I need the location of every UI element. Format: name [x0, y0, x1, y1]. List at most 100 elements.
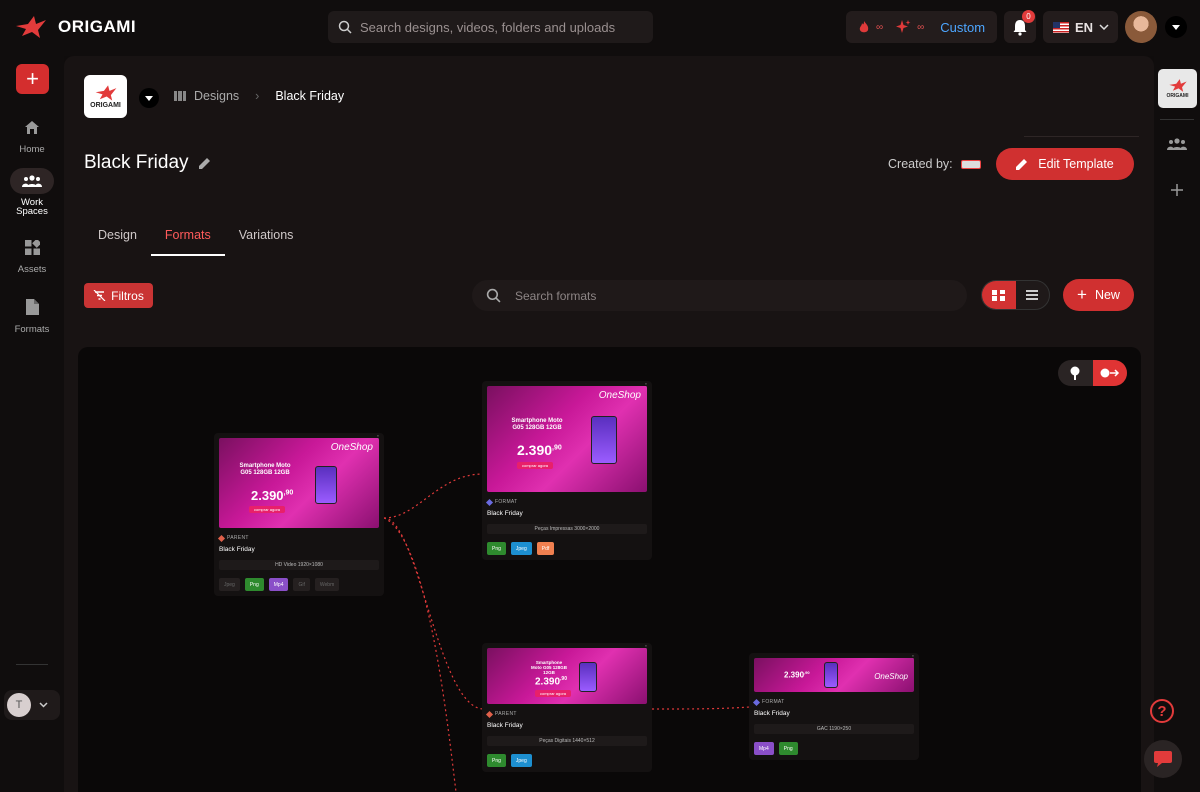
caret-down-icon	[1172, 24, 1180, 30]
sparkles-icon	[896, 20, 911, 33]
language-code: EN	[1075, 19, 1094, 35]
phone-image	[591, 416, 617, 464]
workspace-logo[interactable]: ORIGAMI	[1158, 69, 1197, 108]
main-panel: ORIGAMI Designs › Black Friday Black Fri…	[64, 56, 1154, 792]
chip-mp4[interactable]: Mp4	[754, 742, 774, 755]
filter-label: Filtros	[111, 288, 144, 303]
pin-mode-button[interactable]	[1058, 360, 1093, 386]
format-node[interactable]: ⋮ OneShop Smartphone Moto G05 128GB 12GB…	[214, 433, 384, 596]
connect-mode-button[interactable]	[1092, 360, 1127, 386]
user-switcher[interactable]: T	[4, 690, 60, 720]
users-icon	[22, 175, 42, 187]
chip-png[interactable]: Png	[778, 742, 798, 755]
thumb-brand: OneShop	[330, 442, 373, 453]
chat-button[interactable]	[1144, 740, 1182, 778]
tab-variations[interactable]: Variations	[225, 216, 308, 256]
sidebar-divider	[16, 664, 48, 665]
chip-jpeg[interactable]: Jpeg	[510, 542, 532, 555]
parent-diamond-icon	[217, 534, 226, 542]
sidebar-item-label: Formats	[14, 324, 50, 335]
format-node[interactable]: ⋮ OneShop Smartphone Moto G05 128GB 12GB…	[482, 381, 652, 560]
sidebar-item-label: Home	[19, 144, 45, 155]
chip-jpeg[interactable]: Jpeg	[510, 754, 532, 767]
format-node[interactable]: ⋮ OneShop 2.390,90 FORMAT Black Friday G…	[749, 653, 919, 760]
global-search[interactable]	[328, 11, 653, 43]
user-avatar[interactable]	[1125, 11, 1157, 43]
brand-name: ORIGAMI	[58, 17, 137, 36]
formats-search[interactable]	[472, 280, 967, 311]
chip-pdf[interactable]: Pdf	[536, 542, 555, 555]
sidebar-item-assets[interactable]: Assets	[0, 234, 64, 275]
formats-search-input[interactable]	[515, 288, 935, 303]
us-flag-icon	[1053, 21, 1069, 33]
breadcrumb-designs[interactable]: Designs	[194, 89, 239, 103]
global-search-input[interactable]	[360, 19, 640, 35]
user-initial-avatar: T	[7, 693, 31, 717]
sidebar-item-formats[interactable]: Formats	[0, 294, 64, 335]
chevron-right-icon: ›	[255, 89, 260, 103]
tab-formats[interactable]: Formats	[150, 216, 225, 256]
node-name: Black Friday	[754, 710, 790, 717]
node-type-label: PARENT	[495, 711, 517, 717]
list-view-button[interactable]	[1016, 281, 1050, 309]
chip-mp4[interactable]: Mp4	[268, 578, 289, 591]
thumb-product: Smartphone Moto G05 128GB 12GB	[239, 463, 291, 476]
filter-off-icon	[93, 290, 106, 301]
phone-image	[579, 662, 597, 692]
search-icon	[338, 20, 352, 34]
plus-icon[interactable]	[1171, 184, 1183, 196]
node-name: Black Friday	[219, 546, 255, 553]
page-title: Black Friday	[84, 152, 211, 174]
export-chips: Jpeg Png Mp4 Gif Webm	[219, 578, 379, 591]
credits-widget[interactable]: ∞ ∞ Custom	[846, 11, 997, 43]
format-node[interactable]: ⋮ Smartphone Moto G05 128GB 12GB 2.390,9…	[482, 643, 652, 772]
project-logo[interactable]: ORIGAMI	[84, 75, 127, 118]
parent-diamond-icon	[485, 710, 494, 718]
rightbar-divider	[1160, 119, 1194, 120]
filter-button[interactable]: Filtros	[84, 283, 153, 308]
question-icon: ?	[1157, 702, 1167, 720]
project-logo-text: ORIGAMI	[90, 102, 121, 109]
sidebar-item-label: Assets	[17, 264, 47, 275]
chip-png[interactable]: Png	[487, 754, 506, 767]
phone-image	[824, 662, 838, 688]
sidebar-item-workspaces[interactable]: Work Spaces	[0, 168, 64, 216]
node-name: Black Friday	[487, 722, 523, 729]
format-thumbnail: OneShop 2.390,90	[754, 658, 914, 692]
phone-image	[315, 466, 337, 504]
home-icon	[25, 120, 39, 134]
tree-view-button[interactable]	[982, 281, 1016, 309]
pencil-icon[interactable]	[198, 157, 211, 169]
sidebar-item-home[interactable]: Home	[0, 114, 64, 155]
chip-png[interactable]: Png	[487, 542, 506, 555]
help-button[interactable]: ?	[1150, 699, 1174, 723]
thumb-cta: comprar agora	[535, 690, 572, 697]
format-thumbnail: OneShop Smartphone Moto G05 128GB 12GB 2…	[219, 438, 379, 528]
notifications-button[interactable]: 0	[1004, 10, 1036, 43]
sidebar-item-label: Work Spaces	[16, 197, 48, 217]
chat-bubble-icon	[1154, 751, 1172, 767]
node-size: Peças Impressas 3000×2000	[487, 524, 647, 534]
account-menu-button[interactable]	[1165, 16, 1187, 38]
header-divider	[1024, 136, 1139, 137]
node-type-label: PARENT	[227, 535, 249, 541]
team-icon[interactable]	[1167, 138, 1187, 150]
chevron-down-icon	[39, 702, 48, 708]
formats-canvas[interactable]: ⋮ OneShop Smartphone Moto G05 128GB 12GB…	[78, 347, 1141, 792]
chip-webm[interactable]: Webm	[314, 578, 340, 591]
thumb-price: 2.390,90	[251, 488, 294, 503]
language-selector[interactable]: EN	[1043, 11, 1118, 43]
chip-png[interactable]: Png	[244, 578, 264, 591]
new-format-button[interactable]: + New	[1063, 279, 1134, 311]
top-bar: ORIGAMI ∞ ∞ Custom 0 EN	[0, 0, 1200, 56]
create-button[interactable]: +	[16, 64, 49, 94]
tab-design[interactable]: Design	[84, 216, 151, 256]
project-menu-button[interactable]	[139, 88, 159, 108]
edit-template-button[interactable]: Edit Template	[996, 148, 1134, 180]
thumb-product: Smartphone Moto G05 128GB 12GB	[531, 660, 568, 675]
chip-gif[interactable]: Gif	[293, 578, 310, 591]
chip-jpeg[interactable]: Jpeg	[219, 578, 240, 591]
plan-label[interactable]: Custom	[940, 20, 985, 35]
file-icon	[25, 299, 39, 315]
app-logo[interactable]: ORIGAMI	[14, 14, 136, 40]
